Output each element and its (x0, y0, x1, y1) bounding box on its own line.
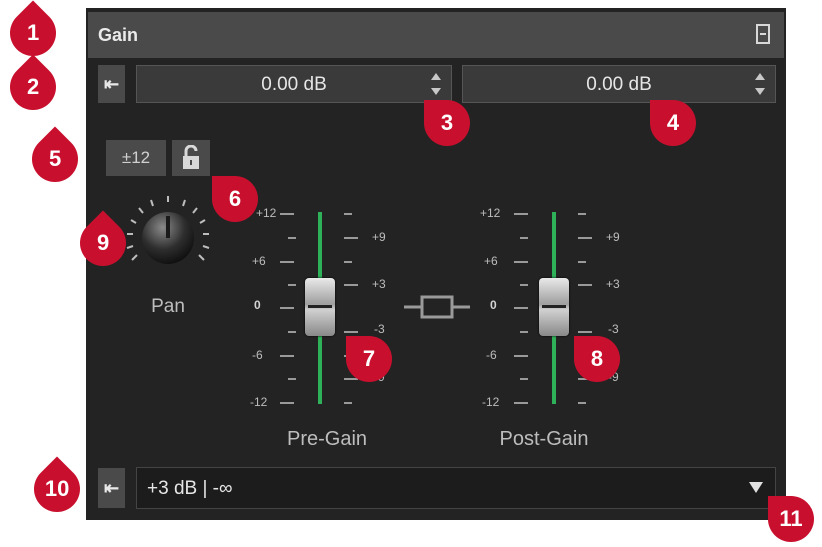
post-gain-spin-icon[interactable] (755, 73, 765, 95)
post-tick-label: +9 (606, 230, 620, 244)
post-tick-label: -3 (608, 322, 619, 336)
post-tick-label: +3 (606, 277, 620, 291)
pre-gain-fader-handle[interactable] (305, 278, 335, 336)
scale-tick (288, 237, 296, 239)
scale-tick (520, 284, 528, 286)
dropdown-arrow-icon[interactable] (749, 482, 763, 493)
unlock-icon (183, 144, 199, 169)
pre-tick-label: +3 (372, 277, 386, 291)
scale-tick (344, 237, 358, 239)
scale-tick (578, 402, 586, 404)
scale-tick (344, 213, 352, 215)
post-gain-value: 0.00 dB (586, 74, 652, 95)
scale-tick (578, 284, 592, 286)
pre-tick-label: +12 (256, 206, 277, 220)
scale-tick (280, 355, 294, 357)
post-tick-label: -6 (486, 348, 497, 362)
scale-tick (280, 261, 294, 263)
post-gain-field[interactable]: 0.00 dB (462, 65, 776, 103)
reset-gain-button[interactable]: ⇤ (98, 65, 125, 103)
callout-marker: 3 (424, 100, 470, 146)
scale-tick (344, 284, 358, 286)
scale-tick (514, 402, 528, 404)
scale-tick (514, 355, 528, 357)
post-gain-label: Post-Gain (499, 428, 589, 450)
scale-tick (520, 378, 528, 380)
scale-tick (288, 378, 296, 380)
reset-arrow-icon: ⇤ (103, 478, 120, 498)
range-button[interactable]: ±12 (106, 140, 166, 176)
preset-dropdown[interactable]: +3 dB | -∞ (136, 467, 776, 509)
pre-gain-spin-icon[interactable] (431, 73, 441, 95)
callout-marker: 7 (346, 336, 392, 382)
scale-tick (288, 331, 296, 333)
scale-tick (514, 213, 528, 215)
collapse-icon[interactable] (756, 24, 770, 44)
scale-tick (344, 261, 352, 263)
post-tick-label: -12 (482, 395, 500, 409)
link-lock-button[interactable] (172, 140, 210, 176)
reset-preset-button[interactable]: ⇤ (98, 468, 125, 508)
callout-marker: 2 (0, 54, 66, 120)
pan-label: Pan (151, 296, 185, 317)
pre-tick-label: -6 (252, 348, 263, 362)
scale-tick (280, 213, 294, 215)
pre-gain-label: Pre-Gain (286, 428, 368, 450)
scale-tick (280, 402, 294, 404)
pre-tick-label: +9 (372, 230, 386, 244)
pre-tick-label: -12 (250, 395, 268, 409)
callout-marker: 8 (574, 336, 620, 382)
callout-marker: 4 (650, 100, 696, 146)
callout-marker: 6 (212, 176, 258, 222)
post-tick-label: +6 (484, 254, 498, 268)
link-icon[interactable] (404, 294, 470, 320)
scale-tick (578, 213, 586, 215)
scale-tick (578, 261, 586, 263)
scale-tick (520, 331, 528, 333)
pre-tick-label: -3 (374, 322, 385, 336)
reset-arrow-icon: ⇤ (103, 74, 120, 94)
section-header[interactable]: Gain (88, 12, 784, 58)
scale-tick (514, 307, 528, 309)
scale-tick (520, 237, 528, 239)
callout-marker: 5 (22, 126, 88, 192)
range-label: ±12 (121, 148, 151, 167)
scale-tick (344, 331, 358, 333)
post-tick-label: +12 (480, 206, 501, 220)
pre-gain-field[interactable]: 0.00 dB (136, 65, 452, 103)
callout-marker: 11 (768, 496, 814, 542)
preset-dropdown-value: +3 dB | -∞ (147, 478, 233, 499)
scale-tick (280, 307, 294, 309)
scale-tick (288, 284, 296, 286)
pre-gain-value: 0.00 dB (261, 74, 327, 95)
scale-tick (578, 237, 592, 239)
pre-tick-label: 0 (254, 298, 261, 312)
post-gain-fader-handle[interactable] (539, 278, 569, 336)
pan-knob[interactable] (118, 188, 218, 280)
scale-tick (344, 402, 352, 404)
pre-tick-label: +6 (252, 254, 266, 268)
scale-tick (578, 331, 592, 333)
post-tick-label: 0 (490, 298, 497, 312)
section-title: Gain (98, 25, 139, 45)
scale-tick (514, 261, 528, 263)
callout-marker: 10 (24, 456, 90, 522)
